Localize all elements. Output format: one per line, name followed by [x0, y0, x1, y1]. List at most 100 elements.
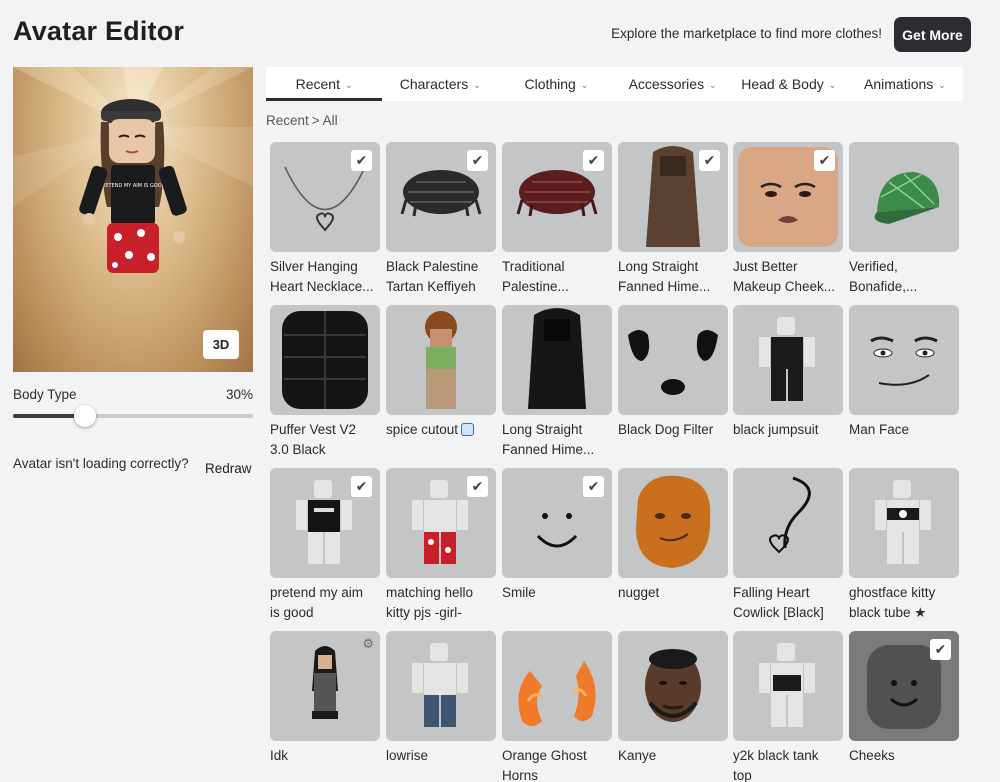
item-name-line2: is good — [270, 605, 314, 620]
item-thumbnail-image — [769, 476, 811, 554]
item-name: Puffer Vest V2 3.0 Black — [270, 420, 382, 460]
item-name-line1: Black Palestine — [386, 259, 479, 274]
chevron-down-icon: ⌄ — [473, 79, 481, 90]
check-icon[interactable]: ✔ — [467, 150, 488, 171]
item-thumbnail[interactable]: ✔ — [849, 631, 959, 741]
item-name-line2: Fanned Hime... — [618, 279, 711, 294]
3d-view-toggle-button[interactable]: 3D — [203, 330, 239, 359]
item-name-line2: Horns — [502, 768, 539, 782]
check-icon[interactable]: ✔ — [583, 476, 604, 497]
item-name: y2k black tank top — [733, 746, 845, 782]
item-thumbnail[interactable] — [618, 305, 728, 415]
item-name-line1: ghostface kitty — [849, 585, 936, 600]
tab-label: Animations — [864, 76, 934, 92]
3d-cube-icon — [461, 423, 475, 436]
item-thumbnail[interactable] — [386, 305, 496, 415]
item-thumbnail[interactable] — [618, 631, 728, 741]
item-name-line1: black jumpsuit — [733, 422, 819, 437]
item-name-line1: y2k black tank — [733, 748, 819, 763]
item-name-line1: Traditional — [502, 259, 565, 274]
item-name-line2: Fanned Hime... — [502, 442, 595, 457]
item-thumbnail-image — [870, 336, 938, 386]
check-icon[interactable]: ✔ — [351, 150, 372, 171]
item-thumbnail[interactable]: ✔ — [733, 142, 843, 252]
item-name-line1: spice cutout — [386, 422, 459, 437]
item-thumbnail[interactable]: ✔ — [502, 142, 612, 252]
body-type-label: Body Type — [13, 387, 77, 402]
tab-animations[interactable]: Animations ⌄ — [847, 67, 963, 101]
item-name-line1: Long Straight — [502, 422, 583, 437]
avatar-preview[interactable]: PRETEND MY AIM IS GOOD. 3D — [13, 67, 253, 372]
item-name: Falling Heart Cowlick [Black] — [733, 583, 845, 623]
item-thumbnail[interactable] — [849, 305, 959, 415]
item-thumbnail[interactable] — [502, 305, 612, 415]
tab-label: Characters — [399, 76, 469, 92]
breadcrumb-separator: > — [311, 113, 320, 128]
marketplace-promo-text: Explore the marketplace to find more clo… — [611, 26, 882, 41]
check-icon[interactable]: ✔ — [583, 150, 604, 171]
avatar-loading-text: Avatar isn't loading correctly? — [13, 456, 189, 471]
item-name-line2: top — [733, 768, 752, 782]
item-name-line1: Orange Ghost — [502, 748, 587, 763]
item-thumbnail[interactable] — [386, 631, 496, 741]
item-thumbnail[interactable] — [502, 631, 612, 741]
item-name: Verified, Bonafide,... — [849, 257, 961, 297]
tab-characters[interactable]: Characters ⌄ — [382, 67, 498, 101]
item-thumbnail[interactable] — [849, 142, 959, 252]
check-icon[interactable]: ✔ — [814, 150, 835, 171]
item-thumbnail[interactable]: ✔ — [270, 468, 380, 578]
item-name: Orange Ghost Horns — [502, 746, 614, 782]
chevron-down-icon: ⌄ — [938, 79, 946, 90]
item-name-line2: Makeup Cheek... — [733, 279, 836, 294]
item-name-line2: Heart Necklace... — [270, 279, 374, 294]
item-thumbnail[interactable]: ✔ — [618, 142, 728, 252]
breadcrumb-root[interactable]: Recent — [266, 113, 309, 128]
redraw-button[interactable]: Redraw — [205, 461, 252, 476]
item-name-line1: Cheeks — [849, 748, 895, 763]
tab-label: Recent — [295, 76, 340, 92]
item-name: pretend my aim is good — [270, 583, 382, 623]
item-name-line1: Man Face — [849, 422, 910, 437]
chevron-down-icon: ⌄ — [580, 79, 589, 90]
check-icon[interactable]: ✔ — [699, 150, 720, 171]
body-type-slider-track[interactable] — [13, 414, 253, 418]
item-name: spice cutout — [386, 420, 498, 460]
tab-clothing[interactable]: Clothing ⌄ — [498, 67, 614, 101]
avatar-figure: PRETEND MY AIM IS GOOD. — [79, 99, 187, 273]
item-thumbnail[interactable] — [733, 631, 843, 741]
item-thumbnail[interactable]: ⚙ — [270, 631, 380, 741]
item-thumbnail-image — [628, 330, 718, 395]
item-thumbnail[interactable]: ✔ — [502, 468, 612, 578]
item-thumbnail-image — [874, 172, 940, 224]
item-name-line2: 3.0 Black — [270, 442, 326, 457]
item-thumbnail[interactable] — [733, 305, 843, 415]
item-thumbnail-image — [528, 308, 586, 409]
item-name: Man Face — [849, 420, 961, 460]
item-name: Silver Hanging Heart Necklace... — [270, 257, 382, 297]
item-thumbnail[interactable]: ✔ — [270, 142, 380, 252]
item-name-line1: Black Dog Filter — [618, 422, 714, 437]
get-more-button[interactable]: Get More — [894, 17, 971, 52]
body-type-value: 30% — [225, 387, 253, 402]
item-name: Black Palestine Tartan Keffiyeh — [386, 257, 498, 297]
item-thumbnail-image — [875, 480, 931, 564]
item-thumbnail[interactable] — [849, 468, 959, 578]
gear-icon[interactable]: ⚙ — [362, 636, 374, 652]
chevron-down-icon: ⌄ — [344, 79, 353, 90]
tab-accessories[interactable]: Accessories ⌄ — [615, 67, 731, 101]
item-name-line1: lowrise — [386, 748, 429, 763]
check-icon[interactable]: ✔ — [351, 476, 372, 497]
body-type-slider-thumb[interactable] — [74, 405, 96, 427]
item-thumbnail-image — [412, 643, 468, 727]
item-thumbnail[interactable] — [270, 305, 380, 415]
item-thumbnail[interactable]: ✔ — [386, 142, 496, 252]
item-name: Long Straight Fanned Hime... — [618, 257, 730, 297]
item-thumbnail[interactable] — [618, 468, 728, 578]
item-thumbnail[interactable] — [733, 468, 843, 578]
tab-head-body[interactable]: Head & Body ⌄ — [731, 67, 847, 101]
tab-recent[interactable]: Recent ⌄ — [266, 67, 383, 101]
item-thumbnail[interactable]: ✔ — [386, 468, 496, 578]
check-icon[interactable]: ✔ — [930, 639, 951, 660]
item-name-line1: Puffer Vest V2 — [270, 422, 357, 437]
check-icon[interactable]: ✔ — [467, 476, 488, 497]
